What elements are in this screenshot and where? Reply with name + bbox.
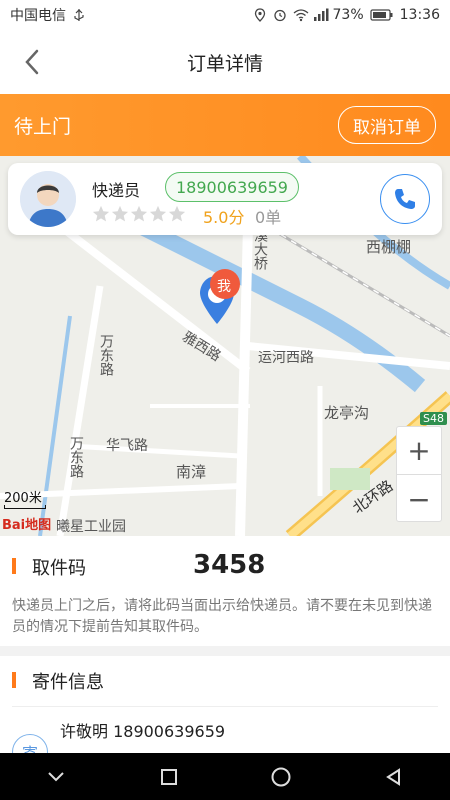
map-zoom-controls: + − [396, 426, 442, 522]
pickup-code-heading: 取件码 [32, 558, 86, 579]
sender-info-heading: 寄件信息 [32, 672, 104, 693]
phone-icon [395, 189, 415, 209]
triangle-back-icon [385, 767, 400, 786]
map-label-xipengpeng: 西棚棚 [366, 238, 412, 256]
section-marker [12, 558, 16, 574]
call-button[interactable] [380, 174, 430, 224]
wifi-icon [293, 8, 308, 22]
nav-recents-button[interactable] [149, 757, 189, 797]
person-avatar-icon [20, 171, 76, 227]
star-icon [149, 205, 167, 222]
chevron-down-icon [48, 771, 64, 781]
signal-icon [313, 8, 329, 22]
nav-back-button[interactable] [374, 757, 414, 797]
map-label-huafei-road: 华飞路 [106, 438, 148, 454]
map-label-s48: S48 [420, 412, 447, 425]
location-icon [253, 8, 267, 22]
battery-percent: 73% [332, 7, 364, 23]
divider [12, 706, 438, 707]
sender-info-section: 寄件信息 许敬明 18900639659 寄 [0, 656, 450, 770]
map-label-industrial-park: 曦星工业园 [56, 519, 126, 535]
rating-stars [92, 205, 186, 223]
star-icon [168, 205, 186, 222]
pickup-code-description: 快递员上门之后，请将此码当面出示给快递员。请不要在未见到快递员的情况下提前告知其… [12, 598, 432, 635]
star-icon [92, 205, 110, 222]
usb-icon [72, 8, 86, 22]
map-label-wandong-road-1: 万东路 [98, 334, 114, 376]
clock: 13:36 [399, 7, 440, 23]
map-label-wandong-road-2: 万东路 [68, 436, 84, 478]
sender-name-phone: 许敬明 18900639659 [60, 722, 226, 741]
square-icon [160, 768, 177, 785]
courier-card: 快递员 18900639659 5.0分 0单 [8, 163, 442, 235]
order-status-banner: 待上门 取消订单 [0, 94, 450, 156]
courier-avatar [20, 171, 76, 227]
cancel-order-button[interactable]: 取消订单 [338, 106, 436, 144]
courier-role-label: 快递员 [92, 181, 141, 200]
map-label-me: 我 [217, 279, 231, 295]
order-count: 0单 [255, 208, 282, 227]
circle-icon [271, 767, 291, 786]
courier-phone[interactable]: 18900639659 [165, 172, 299, 202]
page-title: 订单详情 [186, 52, 263, 75]
pickup-code-value: 3458 [193, 550, 266, 580]
map-logo: Bai地图 [2, 518, 52, 533]
zoom-in-button[interactable]: + [397, 427, 441, 475]
zoom-out-button[interactable]: − [397, 475, 441, 523]
status-bar: 中国电信 73% 13:36 [0, 0, 450, 30]
system-nav-bar [0, 753, 450, 800]
chevron-left-icon [25, 49, 39, 75]
battery-icon [370, 8, 394, 22]
star-icon [130, 205, 148, 222]
map-scale-bar [4, 505, 46, 509]
pickup-code-section: 取件码 3458 快递员上门之后，请将此码当面出示给快递员。请不要在未见到快递员… [0, 536, 450, 646]
back-button[interactable] [18, 48, 46, 76]
carrier-label: 中国电信 [10, 8, 66, 24]
order-status: 待上门 [14, 115, 72, 138]
rating-score: 5.0分 [203, 208, 245, 227]
alarm-icon [273, 8, 287, 22]
map-label-nanzhang: 南漳 [176, 463, 207, 481]
nav-hide-button[interactable] [36, 757, 76, 797]
map-scale-label: 200米 [4, 491, 42, 506]
map-label-longtinggou: 龙亭沟 [324, 404, 370, 422]
app-header: 订单详情 [0, 30, 450, 94]
star-icon [111, 205, 129, 222]
map-label-yunhe-road: 运河西路 [258, 350, 314, 366]
section-marker [12, 672, 16, 688]
nav-home-button[interactable] [261, 757, 301, 797]
